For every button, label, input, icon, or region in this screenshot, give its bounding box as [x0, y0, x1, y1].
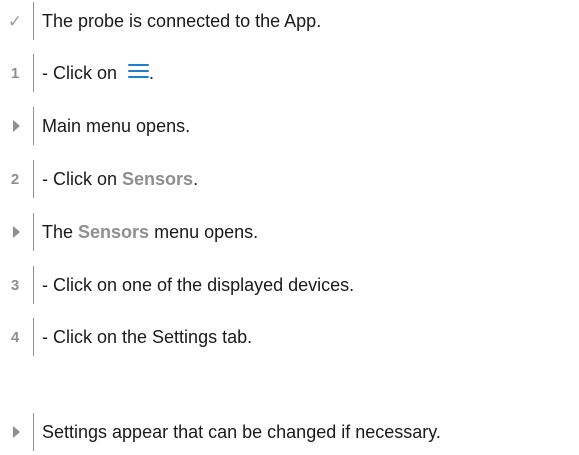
step-number: 2 [10, 170, 20, 188]
step-text: - Click on the Settings tab. [42, 326, 253, 347]
step-row-3: 3 - Click on one of the displayed device… [0, 266, 579, 304]
keyword-sensors: Sensors [78, 221, 150, 242]
result-arrow-icon [0, 213, 30, 251]
prerequisite-row: ✓ The probe is connected to the App. [0, 2, 579, 40]
result-arrow-icon [0, 107, 30, 145]
divider [33, 160, 34, 198]
result-row: Main menu opens. [0, 107, 579, 145]
divider [33, 266, 34, 304]
step-suffix: . [149, 62, 155, 83]
step-number: 3 [10, 276, 20, 294]
divider [33, 107, 34, 145]
divider [33, 2, 34, 40]
divider [33, 213, 34, 251]
result-arrow-icon [0, 413, 30, 451]
divider [33, 413, 34, 451]
step-text: - Click on Sensors. [42, 160, 198, 198]
hamburger-menu-icon [128, 64, 150, 78]
step-text: The probe is connected to the App. [42, 10, 322, 31]
step-prefix: The [42, 221, 79, 242]
step-text: - Click on one of the displayed devices. [42, 274, 355, 295]
step-suffix: menu opens. [149, 221, 259, 242]
keyword-sensors: Sensors [122, 168, 194, 189]
result-row: Settings appear that can be changed if n… [0, 413, 579, 451]
step-text: Main menu opens. [42, 115, 191, 136]
step-suffix: . [193, 168, 199, 189]
step-prefix: - Click on [42, 168, 123, 189]
step-row-1: 1 - Click on . [0, 54, 579, 92]
step-text: The Sensors menu opens. [42, 213, 258, 251]
step-row-4: 4 - Click on the Settings tab. [0, 318, 579, 356]
step-text: Settings appear that can be changed if n… [42, 421, 441, 442]
divider [33, 54, 34, 92]
step-text: - Click on . [42, 54, 154, 92]
step-number: 1 [10, 64, 20, 82]
result-row: The Sensors menu opens. [0, 213, 579, 251]
step-number: 4 [10, 328, 20, 346]
checkmark-icon: ✓ [7, 11, 23, 31]
divider [33, 318, 34, 356]
step-row-2: 2 - Click on Sensors. [0, 160, 579, 198]
step-prefix: - Click on [42, 62, 123, 83]
